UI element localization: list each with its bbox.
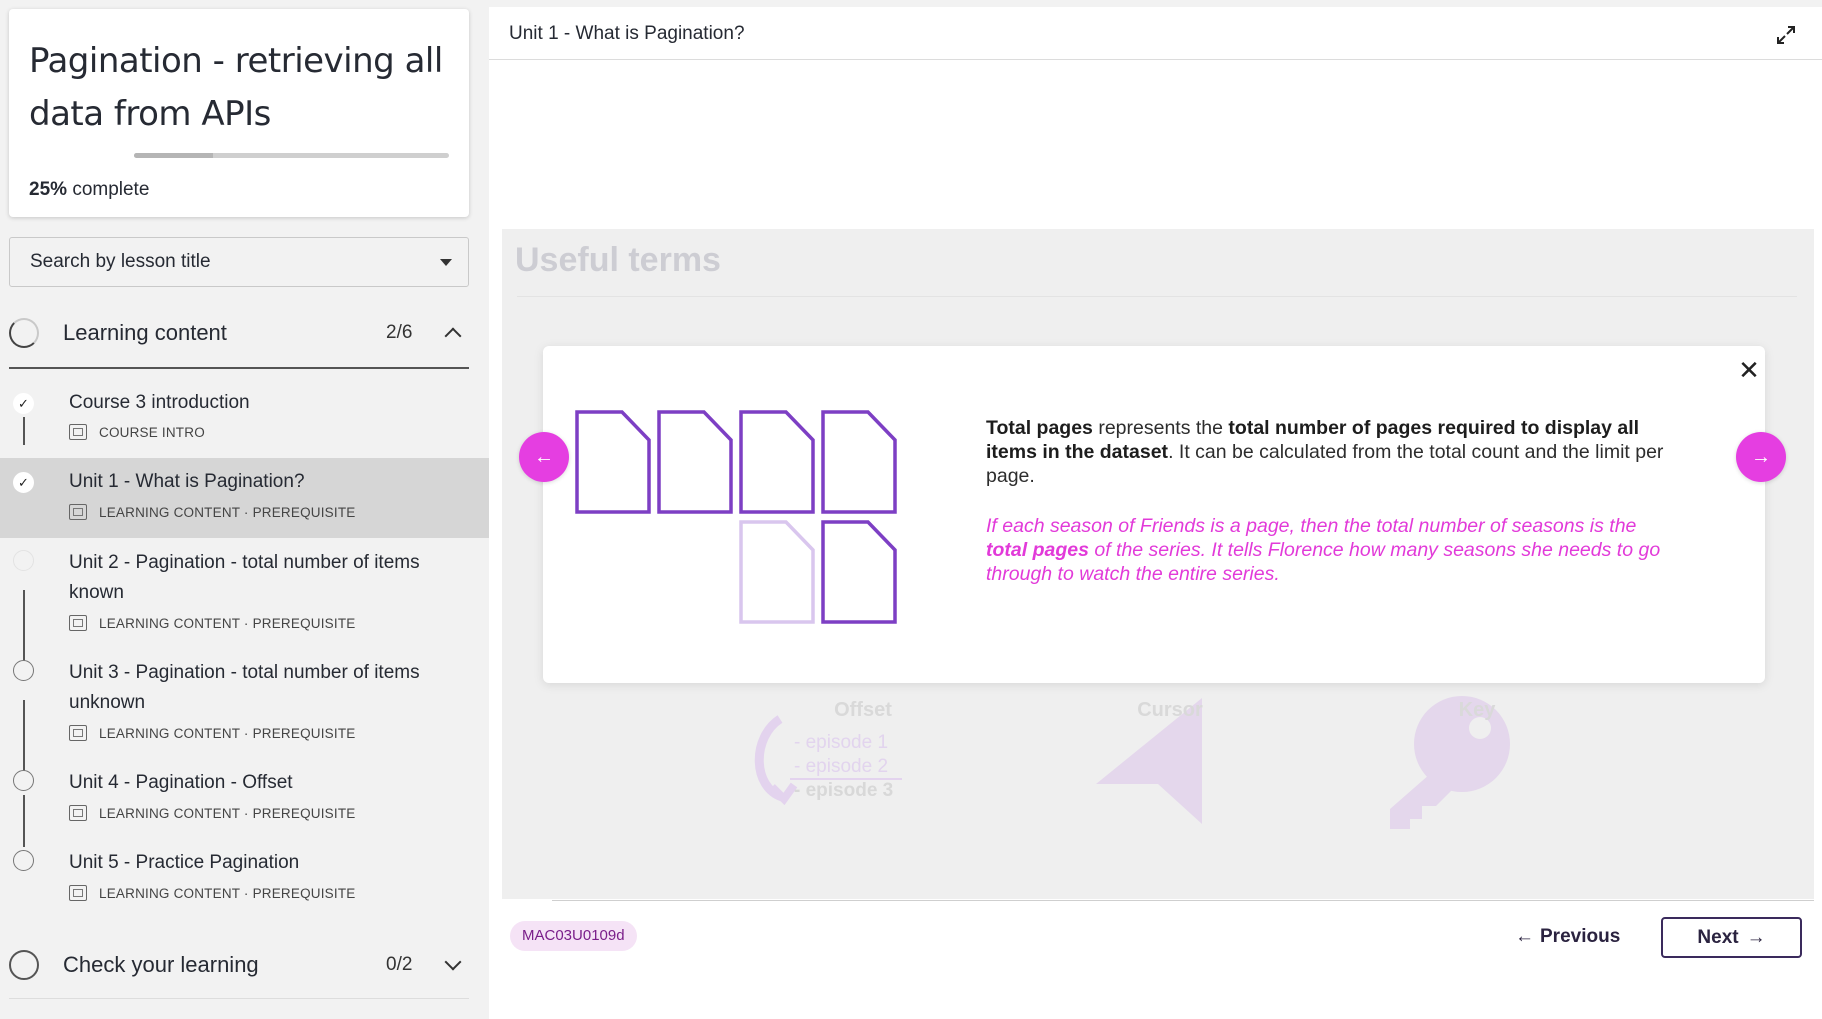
lesson-title: Unit 3 - Pagination - total number of it… [69, 662, 420, 713]
status-circle-icon [13, 550, 34, 571]
lesson-meta: LEARNING CONTENT · PREREQUISITE [69, 504, 355, 520]
episode-label: - episode 1 [794, 732, 888, 753]
lesson-search-placeholder: Search by lesson title [30, 251, 211, 272]
lesson-title: Unit 5 - Practice Pagination [69, 852, 300, 873]
lesson-meta-text: LEARNING CONTENT · PREREQUISITE [99, 805, 356, 821]
progress-bar [134, 153, 449, 158]
caret-down-icon [440, 259, 452, 266]
definition-text: represents the [1092, 417, 1229, 439]
lesson-title: Unit 1 - What is Pagination? [69, 471, 305, 492]
lesson-meta: LEARNING CONTENT · PREREQUISITE [69, 725, 355, 741]
key-label: Key [1458, 699, 1496, 721]
lesson-title: Course 3 introduction [69, 392, 250, 413]
lesson-meta-text: LEARNING CONTENT · PREREQUISITE [99, 725, 356, 741]
monitor-icon [69, 615, 87, 631]
lesson-item[interactable]: Unit 4 - Pagination - Offset LEARNING CO… [0, 760, 489, 838]
course-sidebar: Pagination - retrieving all data from AP… [0, 0, 489, 1019]
progress-text: 25% complete [29, 179, 149, 201]
page-icon [739, 410, 815, 514]
term-example: If each season of Friends is a page, the… [986, 514, 1676, 586]
offset-label: Offset [834, 699, 892, 721]
lesson-meta: LEARNING CONTENT · PREREQUISITE [69, 615, 355, 631]
chevron-up-icon[interactable] [444, 327, 462, 345]
unit-title: Unit 1 - What is Pagination? [509, 23, 745, 44]
slide-next-arrow-button[interactable]: → [1736, 432, 1786, 482]
monitor-icon [69, 805, 87, 821]
section-count: 0/2 [386, 954, 413, 975]
section-learning-content[interactable]: Learning content 2/6 [9, 303, 469, 363]
term-popup-card: ✕ Total pages represents the total numbe… [543, 346, 1765, 683]
slide-prev-arrow-button[interactable]: ← [519, 432, 569, 482]
lesson-search-select[interactable]: Search by lesson title [9, 237, 469, 287]
monitor-icon [69, 504, 87, 520]
lesson-meta: COURSE INTRO [69, 424, 205, 440]
lesson-meta: LEARNING CONTENT · PREREQUISITE [69, 805, 355, 821]
slide-heading: Useful terms [515, 241, 721, 279]
lesson-code-badge: MAC03U0109d [510, 921, 637, 951]
progress-bar-fill [134, 153, 213, 158]
lesson-meta-text: COURSE INTRO [99, 424, 205, 440]
lesson-meta-text: LEARNING CONTENT · PREREQUISITE [99, 504, 356, 520]
page-icon [821, 410, 897, 514]
status-circle-icon [13, 660, 34, 681]
monitor-icon [69, 725, 87, 741]
term-name: Total pages [986, 417, 1093, 439]
lesson-meta-text: LEARNING CONTENT · PREREQUISITE [99, 885, 356, 901]
term-definition: Total pages represents the total number … [986, 416, 1676, 488]
example-text: If each season of Friends is a page, the… [986, 515, 1637, 537]
offset-illustration: - episode 1 - episode 2 - episode 3 [754, 715, 902, 806]
arrow-left-icon: ← [1515, 926, 1534, 947]
lesson-title: Unit 2 - Pagination - total number of it… [69, 552, 420, 603]
page-icon-faint [739, 520, 815, 624]
next-label: Next [1697, 926, 1739, 948]
section-divider [9, 998, 469, 999]
course-card: Pagination - retrieving all data from AP… [9, 9, 469, 217]
lesson-title: Unit 4 - Pagination - Offset [69, 772, 293, 793]
section-progress-ring-icon [9, 950, 39, 980]
next-button[interactable]: Next → [1661, 917, 1802, 958]
lesson-item[interactable]: ✓ Course 3 introduction COURSE INTRO [0, 382, 489, 457]
cursor-label: Cursor [1137, 699, 1203, 721]
progress-percent: 25% [29, 179, 68, 200]
status-circle-icon [13, 770, 34, 791]
check-icon: ✓ [13, 472, 34, 493]
episode-label: - episode 2 [794, 756, 888, 777]
chevron-down-icon[interactable] [444, 953, 462, 971]
close-icon[interactable]: ✕ [1738, 357, 1760, 383]
previous-button[interactable]: ← Previous [1515, 920, 1620, 954]
document-icon [69, 424, 87, 440]
lesson-item[interactable]: Unit 3 - Pagination - total number of it… [0, 650, 489, 758]
section-label: Learning content [63, 320, 227, 345]
check-icon: ✓ [13, 393, 34, 414]
lesson-meta-text: LEARNING CONTENT · PREREQUISITE [99, 615, 356, 631]
slide-heading-rule [517, 296, 1797, 297]
page-icon [575, 410, 651, 514]
lesson-item[interactable]: Unit 5 - Practice Pagination LEARNING CO… [0, 840, 489, 918]
previous-label: Previous [1540, 926, 1621, 947]
lesson-meta: LEARNING CONTENT · PREREQUISITE [69, 885, 355, 901]
example-emphasis: total pages [986, 539, 1089, 561]
section-progress-ring-icon [9, 318, 39, 348]
pages-illustration [575, 410, 897, 624]
page-icon [657, 410, 733, 514]
monitor-icon [69, 885, 87, 901]
section-check-your-learning[interactable]: Check your learning 0/2 [9, 935, 469, 995]
episode-label: - episode 3 [794, 780, 893, 801]
section-count: 2/6 [386, 322, 413, 343]
footer-divider [552, 900, 1814, 901]
lesson-item[interactable]: Unit 2 - Pagination - total number of it… [0, 540, 489, 648]
status-circle-icon [13, 850, 34, 871]
section-divider [9, 367, 469, 369]
lesson-viewer: Unit 1 - What is Pagination? Useful term… [489, 7, 1822, 1019]
course-title: Pagination - retrieving all data from AP… [29, 41, 443, 134]
section-label: Check your learning [63, 952, 259, 977]
lesson-item-active[interactable]: ✓ Unit 1 - What is Pagination? LEARNING … [0, 458, 489, 538]
progress-suffix: complete [72, 179, 150, 200]
expand-icon[interactable] [1776, 25, 1796, 45]
lesson-topbar: Unit 1 - What is Pagination? [489, 7, 1822, 60]
page-icon [821, 520, 897, 624]
arrow-right-icon: → [1746, 926, 1766, 948]
